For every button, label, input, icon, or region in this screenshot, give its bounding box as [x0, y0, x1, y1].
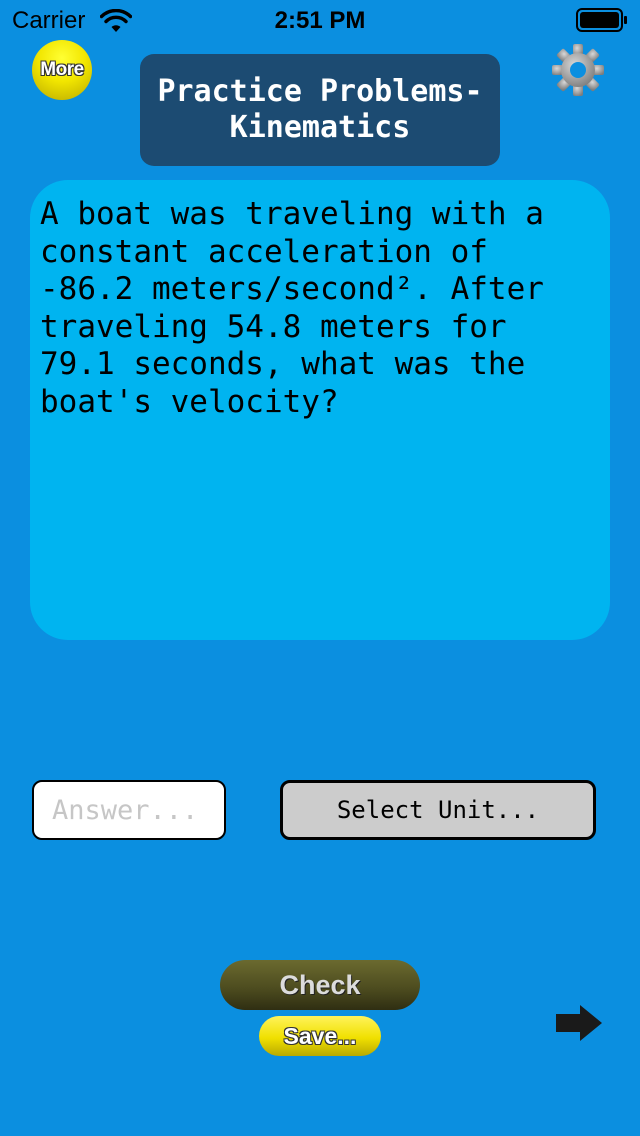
gear-icon[interactable] [552, 44, 604, 96]
more-button-label: More [40, 59, 84, 80]
right-arrow-icon[interactable] [554, 1004, 604, 1042]
answer-input[interactable] [32, 780, 226, 840]
check-button-label: Check [279, 969, 361, 1000]
title-box: Practice Problems- Kinematics [140, 54, 500, 166]
check-button[interactable]: Check [220, 960, 420, 1010]
select-unit-label: Select Unit... [336, 796, 540, 824]
more-button[interactable]: More [32, 40, 92, 100]
battery-icon [576, 8, 627, 32]
status-bar: Carrier 2:51 PM [0, 0, 640, 40]
question-card: A boat was traveling with a constant acc… [30, 180, 610, 640]
save-button-label: Save... [283, 1022, 357, 1049]
page-title: Practice Problems- Kinematics [157, 74, 483, 145]
app-screen: Carrier 2:51 PM More Practice Problems- … [0, 0, 640, 1136]
clock: 2:51 PM [274, 7, 366, 34]
select-unit-button[interactable]: Select Unit... [280, 780, 596, 840]
question-text: A boat was traveling with a constant acc… [40, 196, 544, 420]
save-button[interactable]: Save... [259, 1016, 381, 1056]
